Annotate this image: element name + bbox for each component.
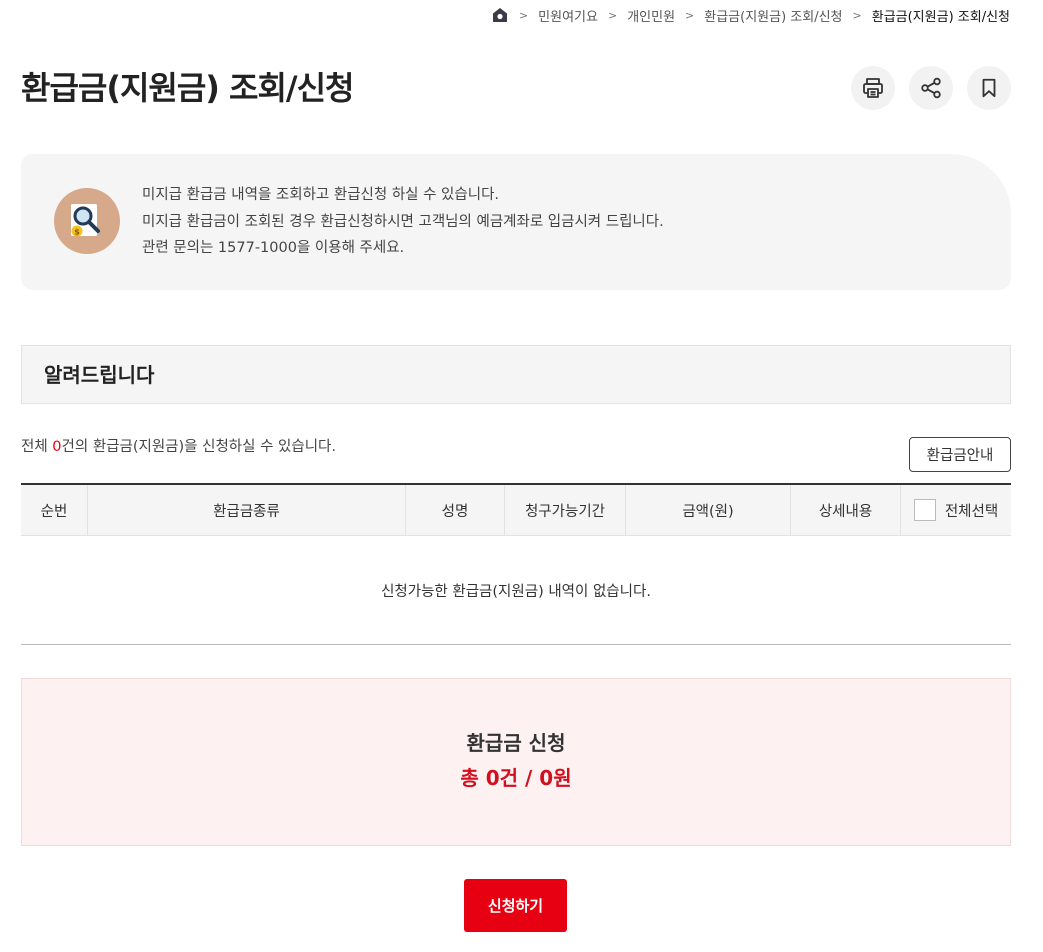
- breadcrumb: > 민원여기요 > 개인민원 > 환급금(지원금) 조회/신청 > 환급금(지원…: [491, 5, 1010, 25]
- summary-suffix: 건의 환급금(지원금)을 신청하실 수 있습니다.: [61, 439, 337, 455]
- col-amount: 금액(원): [625, 485, 790, 535]
- share-button[interactable]: [909, 66, 953, 110]
- refund-guide-button[interactable]: 환급금안내: [909, 437, 1011, 472]
- summary-prefix: 전체: [21, 439, 53, 455]
- col-select-all: 전체선택: [900, 485, 1011, 535]
- share-icon: [921, 77, 941, 99]
- breadcrumb-item-current: 환급금(지원금) 조회/신청: [871, 9, 1010, 25]
- refund-table: 순번 환급금종류 성명 청구가능기간 금액(원) 상세내용 전체선택 신청가능한…: [21, 483, 1011, 645]
- home-icon[interactable]: [491, 6, 509, 24]
- page-title: 환급금(지원금) 조회/신청: [21, 69, 354, 107]
- info-line-1: 미지급 환급금 내역을 조회하고 환급신청 하실 수 있습니다.: [142, 187, 500, 203]
- chevron-right-icon: >: [685, 8, 695, 22]
- refund-search-icon: $: [54, 188, 120, 254]
- print-icon: [863, 78, 883, 98]
- submit-button[interactable]: 신청하기: [464, 879, 567, 932]
- apply-total: 총 0건 / 0원: [460, 766, 572, 790]
- chevron-right-icon: >: [607, 8, 618, 22]
- col-name: 성명: [405, 485, 504, 535]
- breadcrumb-item-refund[interactable]: 환급금(지원금) 조회/신청: [704, 6, 842, 25]
- notice-heading: 알려드립니다: [21, 345, 1011, 404]
- col-refund-type: 환급금종류: [87, 485, 405, 535]
- apply-title: 환급금 신청: [466, 731, 566, 755]
- refund-summary: 전체 0건의 환급금(지원금)을 신청하실 수 있습니다.: [21, 437, 336, 457]
- page-tools: [851, 66, 1011, 110]
- empty-message: 신청가능한 환급금(지원금) 내역이 없습니다.: [21, 536, 1011, 645]
- apply-summary-box: 환급금 신청 총 0건 / 0원: [21, 678, 1011, 846]
- info-box: $ 미지급 환급금 내역을 조회하고 환급신청 하실 수 있습니다. 미지급 환…: [21, 154, 1011, 290]
- print-button[interactable]: [851, 66, 895, 110]
- svg-text:$: $: [74, 228, 80, 237]
- table-header: 순번 환급금종류 성명 청구가능기간 금액(원) 상세내용 전체선택: [21, 485, 1011, 536]
- breadcrumb-item-personal[interactable]: 개인민원: [627, 6, 675, 25]
- notice-title: 알려드립니다: [44, 363, 155, 387]
- info-text: 미지급 환급금 내역을 조회하고 환급신청 하실 수 있습니다. 미지급 환급금…: [142, 182, 664, 262]
- info-line-3: 관련 문의는 1577-1000을 이용해 주세요.: [142, 240, 405, 256]
- select-all-label[interactable]: 전체선택: [945, 500, 998, 521]
- col-number: 순번: [40, 503, 68, 520]
- chevron-right-icon: >: [852, 8, 862, 22]
- bookmark-button[interactable]: [967, 66, 1011, 110]
- bookmark-icon: [982, 78, 996, 98]
- col-details: 상세내용: [790, 485, 900, 535]
- info-line-2: 미지급 환급금이 조회된 경우 환급신청하시면 고객님의 예금계좌로 입금시켜 …: [142, 213, 664, 230]
- breadcrumb-item-minwon[interactable]: 민원여기요: [538, 6, 598, 25]
- col-claim-period: 청구가능기간: [504, 485, 625, 535]
- select-all-checkbox[interactable]: [913, 499, 936, 521]
- chevron-right-icon: >: [518, 8, 529, 22]
- refund-count: 0: [52, 439, 62, 455]
